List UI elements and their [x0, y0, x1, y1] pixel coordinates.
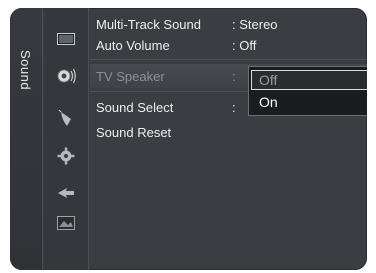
- tv-speaker-dropdown[interactable]: Off On: [248, 66, 367, 116]
- menu-item-auto-volume[interactable]: Auto Volume : Off: [90, 35, 367, 55]
- menu-divider: [90, 59, 367, 60]
- menu-item-value: :: [232, 68, 236, 84]
- category-tab: Sound: [10, 8, 43, 270]
- category-icon-column: [44, 8, 89, 270]
- menu-item-label: TV Speaker: [96, 68, 165, 84]
- sound-icon[interactable]: [55, 65, 77, 87]
- channel-icon[interactable]: [55, 108, 77, 130]
- sound-menu: Multi-Track Sound : Stereo Auto Volume :…: [90, 8, 367, 270]
- option-label: On: [259, 94, 278, 110]
- osd-menu-panel: Sound Multi-Track Sound: Stereo Auto Vo…: [10, 8, 367, 270]
- menu-item-multi-track-sound[interactable]: Multi-Track Sound : Stereo: [90, 14, 367, 34]
- menu-item-label: Auto Volume: [96, 37, 170, 53]
- menu-item-label: Sound Select: [96, 99, 174, 115]
- menu-item-sound-reset[interactable]: Sound Reset: [90, 122, 367, 142]
- menu-item-label: Multi-Track Sound: [96, 16, 201, 32]
- dropdown-option-on[interactable]: On: [251, 92, 367, 112]
- option-label: Off: [259, 72, 278, 88]
- menu-item-value: : Off: [232, 37, 257, 53]
- menu-item-label: Sound Reset: [96, 124, 172, 140]
- setup-icon[interactable]: [55, 145, 77, 167]
- menu-item-value: :: [232, 99, 236, 115]
- application-icon[interactable]: [55, 212, 77, 234]
- menu-item-value: : Stereo: [232, 16, 278, 32]
- category-label: Sound: [18, 50, 33, 91]
- input-icon[interactable]: [55, 182, 77, 204]
- picture-icon[interactable]: [55, 28, 77, 50]
- dropdown-option-off[interactable]: Off: [251, 70, 367, 90]
